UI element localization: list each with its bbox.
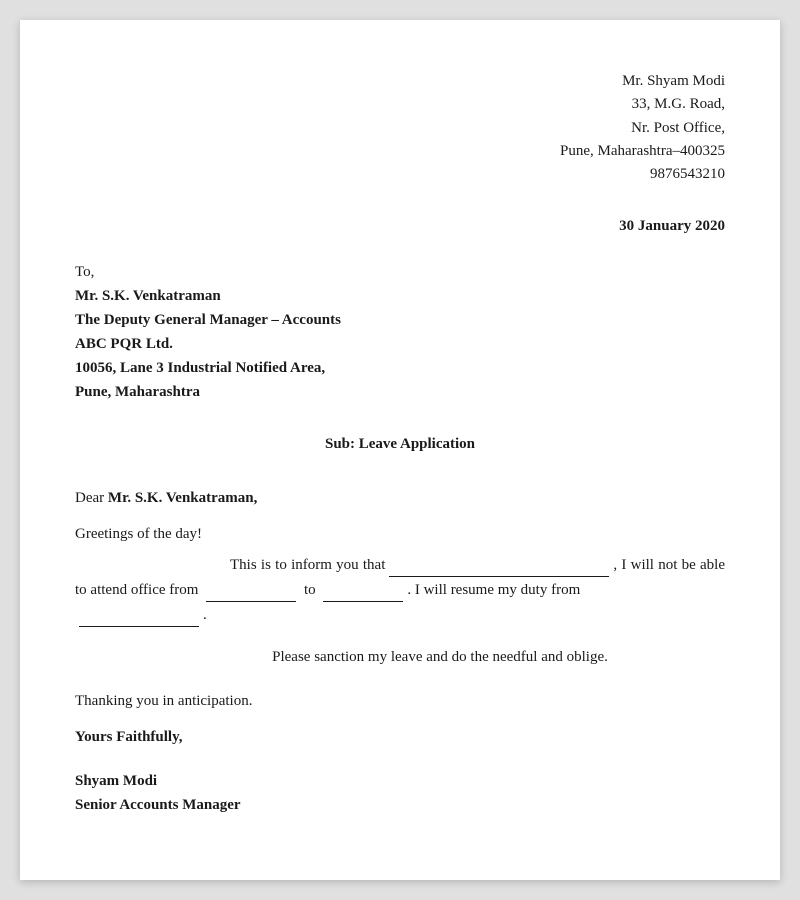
thanking-block: Thanking you in anticipation. bbox=[75, 689, 725, 713]
sender-name: Mr. Shyam Modi bbox=[622, 73, 725, 89]
salutation-name: Mr. S.K. Venkatraman, bbox=[108, 490, 257, 506]
signatory-title-block: Senior Accounts Manager bbox=[75, 793, 725, 817]
blank-to-date bbox=[323, 577, 403, 602]
sender-address-line1: 33, M.G. Road, bbox=[632, 96, 725, 112]
blank-from-date bbox=[206, 577, 296, 602]
letter-date: 30 January 2020 bbox=[619, 218, 725, 234]
yours-faithfully-text: Yours Faithfully, bbox=[75, 729, 183, 745]
recipient-title: The Deputy General Manager – Accounts bbox=[75, 312, 341, 328]
sender-phone: 9876543210 bbox=[650, 166, 725, 182]
blank-name bbox=[389, 552, 609, 577]
salutation-block: Dear Mr. S.K. Venkatraman, bbox=[75, 486, 725, 510]
p1-resume: . I will resume my duty from bbox=[407, 582, 580, 598]
recipient-address2: Pune, Maharashtra bbox=[75, 384, 200, 400]
letter-page: Mr. Shyam Modi 33, M.G. Road, Nr. Post O… bbox=[20, 20, 780, 880]
sender-address-line2: Nr. Post Office, bbox=[631, 120, 725, 136]
signature-section: Shyam Modi Senior Accounts Manager bbox=[75, 769, 725, 817]
recipient-block: To, Mr. S.K. Venkatraman The Deputy Gene… bbox=[75, 260, 725, 404]
sender-address-line3: Pune, Maharashtra–400325 bbox=[560, 143, 725, 159]
p1-to: to bbox=[304, 582, 316, 598]
paragraph1-intro: This is to inform you that , I will not … bbox=[75, 557, 725, 598]
p1-end-period: . bbox=[203, 607, 207, 623]
body-section: Greetings of the day! This is to inform … bbox=[75, 522, 725, 669]
salutation-text: Dear bbox=[75, 490, 108, 506]
recipient-name: Mr. S.K. Venkatraman bbox=[75, 288, 221, 304]
signatory-name-block: Shyam Modi bbox=[75, 769, 725, 793]
closing-section: Thanking you in anticipation. Yours Fait… bbox=[75, 689, 725, 749]
body-paragraph1: This is to inform you that , I will not … bbox=[75, 552, 725, 602]
greeting-text: Greetings of the day! bbox=[75, 526, 202, 542]
to-label: To, bbox=[75, 260, 725, 284]
yours-faithfully-block: Yours Faithfully, bbox=[75, 725, 725, 749]
subject-text: Sub: Leave Application bbox=[325, 436, 475, 452]
sender-block: Mr. Shyam Modi 33, M.G. Road, Nr. Post O… bbox=[75, 70, 725, 186]
body-paragraph2: Please sanction my leave and do the need… bbox=[75, 645, 725, 669]
thanking-text: Thanking you in anticipation. bbox=[75, 693, 252, 709]
signatory-title: Senior Accounts Manager bbox=[75, 797, 241, 813]
greeting-line: Greetings of the day! bbox=[75, 522, 725, 546]
blank-resume-date bbox=[79, 602, 199, 627]
date-block: 30 January 2020 bbox=[75, 214, 725, 238]
body-paragraph1-continued: . bbox=[75, 602, 725, 627]
recipient-address1: 10056, Lane 3 Industrial Notified Area, bbox=[75, 360, 325, 376]
p1-before-blank: This is to inform you that bbox=[230, 557, 385, 573]
paragraph2-text: Please sanction my leave and do the need… bbox=[272, 649, 608, 665]
signatory-name: Shyam Modi bbox=[75, 773, 157, 789]
recipient-company: ABC PQR Ltd. bbox=[75, 336, 173, 352]
subject-block: Sub: Leave Application bbox=[75, 432, 725, 456]
